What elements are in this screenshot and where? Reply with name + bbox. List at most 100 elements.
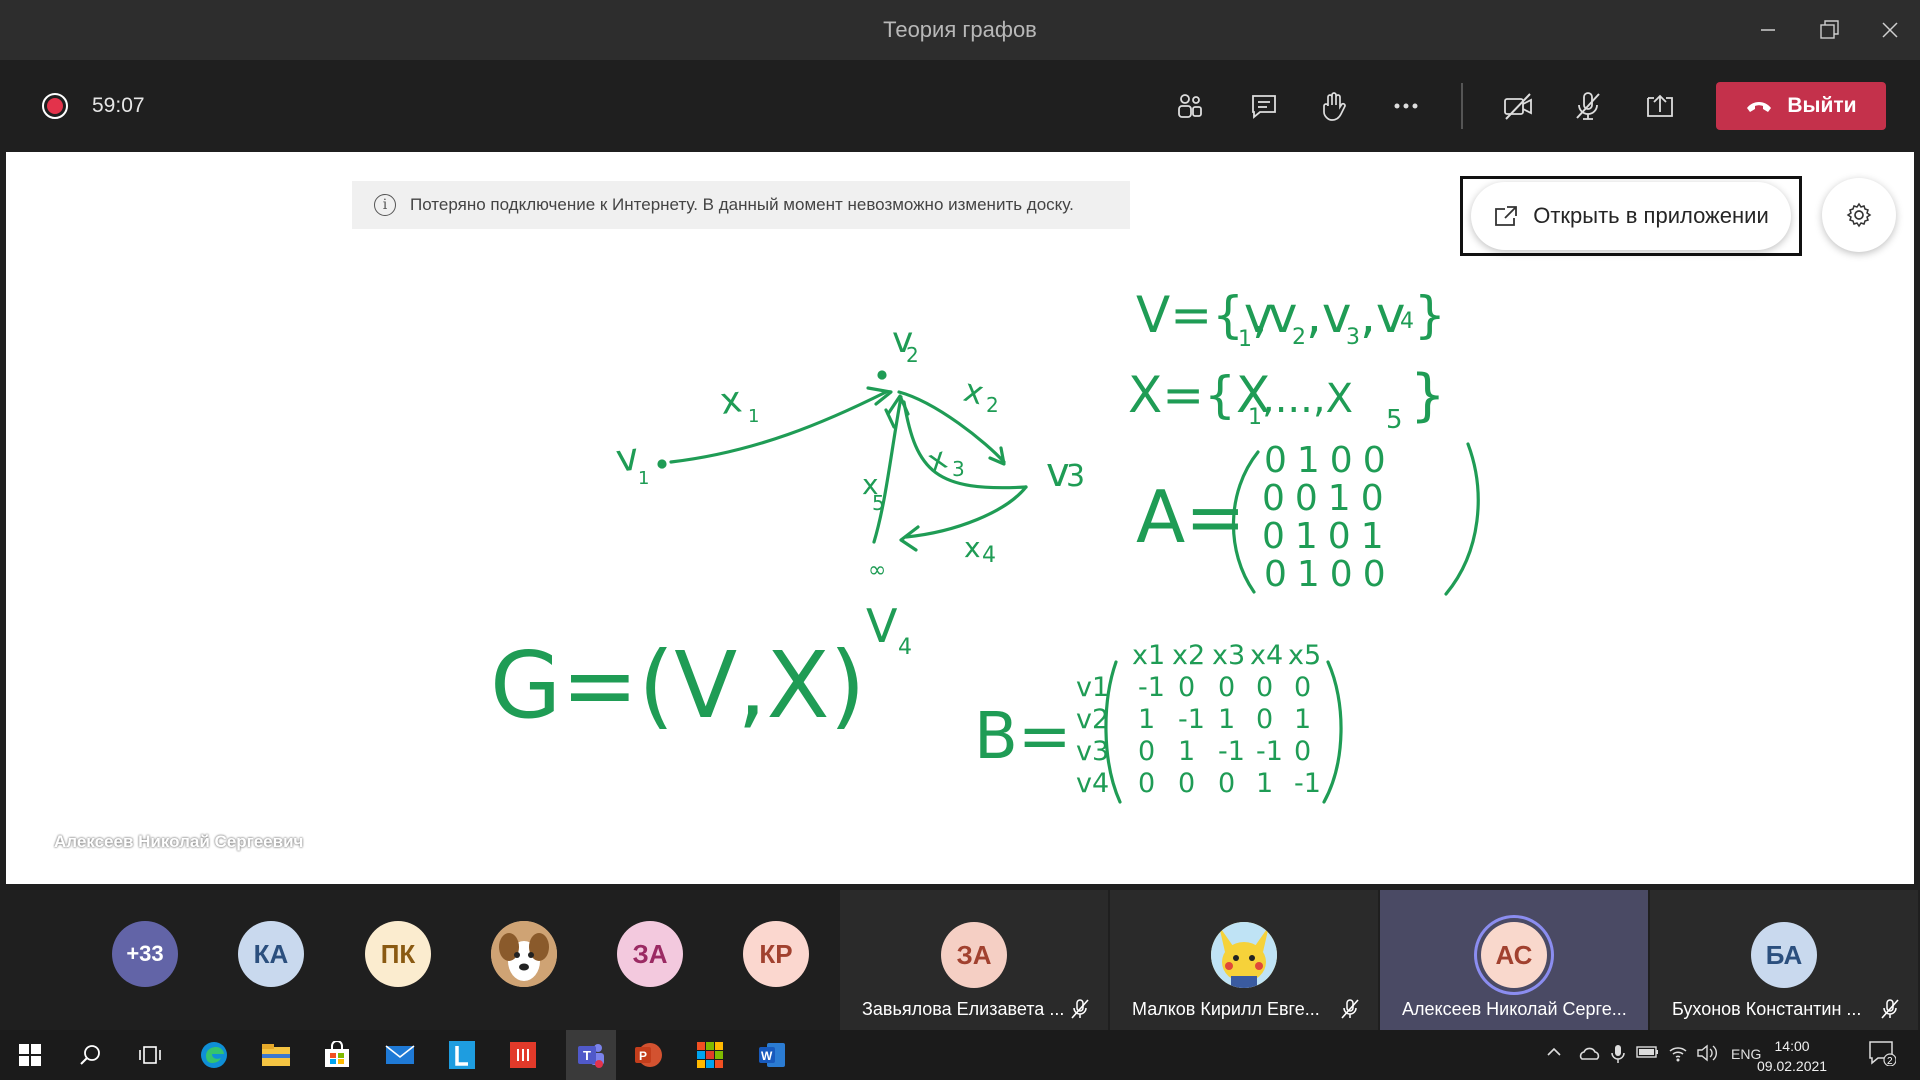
svg-text:A=: A= xyxy=(1136,475,1246,559)
matrix-b-cell: 1 xyxy=(1256,768,1273,799)
matrix-b-cell: 0 xyxy=(1178,768,1195,799)
matrix-b-col-header: x1 xyxy=(1132,640,1165,671)
matrix-b-col-header: x5 xyxy=(1288,640,1321,671)
participant-name: Малков Кирилл Евге... xyxy=(1132,999,1320,1019)
svg-text:}: } xyxy=(1414,286,1446,344)
presenter-name: Алексеев Николай Сергеевич xyxy=(54,832,304,851)
matrix-b-row-header: v4 xyxy=(1076,768,1109,799)
recording-icon xyxy=(42,93,68,119)
chat-icon[interactable] xyxy=(1242,86,1286,126)
matrix-b-col-header: x4 xyxy=(1250,640,1283,671)
svg-text:,v: ,v xyxy=(1306,286,1351,344)
participant-tile[interactable]: ЗА Завьялова Елизавета ... xyxy=(840,890,1108,1030)
teams-icon[interactable]: T xyxy=(566,1030,616,1080)
leave-label: Выйти xyxy=(1787,94,1857,117)
participant-avatar[interactable]: ЗА xyxy=(617,921,683,987)
svg-text:0101: 0101 xyxy=(1262,516,1394,557)
svg-text:2: 2 xyxy=(906,343,919,367)
title-bar: Теория графов xyxy=(0,0,1920,60)
matrix-b-row-header: v2 xyxy=(1076,704,1109,735)
participant-tile-speaking[interactable]: АС Алексеев Николай Серге... xyxy=(1380,890,1648,1030)
participant-tile[interactable]: БА Бухонов Константин ... xyxy=(1650,890,1918,1030)
participants-icon[interactable] xyxy=(1168,86,1212,126)
search-icon[interactable] xyxy=(72,1037,108,1073)
task-view-icon[interactable] xyxy=(132,1037,168,1073)
matrix-b-cell: 1 xyxy=(1294,704,1311,735)
word-icon[interactable]: W xyxy=(754,1037,790,1073)
matrix-b-cell: -1 xyxy=(1256,736,1283,767)
mic-off-icon[interactable] xyxy=(1566,86,1610,126)
windows-icon[interactable] xyxy=(12,1037,48,1073)
svg-text:2: 2 xyxy=(1292,325,1306,350)
participant-avatar[interactable]: КР xyxy=(743,921,809,987)
svg-text:0100: 0100 xyxy=(1264,554,1396,595)
matrix-b-cell: 0 xyxy=(1256,704,1273,735)
notifications-icon[interactable]: 2 xyxy=(1868,1040,1897,1069)
matrix-b-cell: 0 xyxy=(1256,672,1273,703)
microphone-icon[interactable] xyxy=(1610,1044,1626,1067)
svg-text:2: 2 xyxy=(986,393,999,417)
svg-text:1: 1 xyxy=(1248,405,1262,430)
participant-avatar xyxy=(1211,922,1277,988)
chevron-up-icon[interactable] xyxy=(1546,1044,1562,1063)
settings-gear-icon[interactable] xyxy=(1822,178,1896,252)
svg-text:x: x xyxy=(924,441,952,480)
overflow-participants-badge[interactable]: +33 xyxy=(112,921,178,987)
toolbar-divider xyxy=(1461,83,1463,129)
open-in-app-button[interactable]: Открыть в приложении xyxy=(1471,182,1791,250)
participant-avatar[interactable]: ПК xyxy=(365,921,431,987)
explorer-icon[interactable] xyxy=(258,1037,294,1073)
mail-icon[interactable] xyxy=(382,1037,418,1073)
wifi-icon[interactable] xyxy=(1668,1044,1688,1065)
svg-text:W: W xyxy=(761,1049,773,1063)
leave-button[interactable]: Выйти xyxy=(1716,82,1886,130)
participant-avatar: ЗА xyxy=(941,922,1007,988)
svg-text:P: P xyxy=(639,1049,647,1063)
whiteboard-canvas[interactable]: v1 x1 v2 x2 x3 x5 x4 v3 ∞ V4 G=(V,X) V={… xyxy=(6,152,1914,884)
participant-name: Алексеев Николай Серге... xyxy=(1402,999,1627,1019)
l-app-icon[interactable] xyxy=(444,1037,480,1073)
svg-text:0010: 0010 xyxy=(1262,478,1394,519)
svg-text:∞: ∞ xyxy=(868,558,886,583)
red-app-icon[interactable] xyxy=(505,1037,541,1073)
matrix-b-cell: 0 xyxy=(1294,672,1311,703)
matrix-b-cell: -1 xyxy=(1178,704,1205,735)
restore-icon[interactable] xyxy=(1800,0,1860,60)
onedrive-icon[interactable] xyxy=(1578,1044,1602,1065)
close-icon[interactable] xyxy=(1860,0,1920,60)
participant-avatar: АС xyxy=(1481,922,1547,988)
battery-icon[interactable] xyxy=(1636,1044,1660,1063)
colorful-app-icon[interactable] xyxy=(692,1037,728,1073)
store-icon[interactable] xyxy=(319,1037,355,1073)
minimize-icon[interactable] xyxy=(1738,0,1798,60)
volume-icon[interactable] xyxy=(1696,1044,1718,1065)
svg-text:4: 4 xyxy=(898,635,912,660)
svg-text:T: T xyxy=(583,1048,591,1063)
svg-text:x: x xyxy=(718,379,745,423)
open-in-app-label: Открыть в приложении xyxy=(1533,203,1769,228)
matrix-b-cell: -1 xyxy=(1294,768,1321,799)
svg-text:G=(V,X): G=(V,X) xyxy=(490,632,865,739)
matrix-b-row-header: v3 xyxy=(1076,736,1109,767)
participant-name: Бухонов Константин ... xyxy=(1672,999,1862,1019)
edge-icon[interactable] xyxy=(196,1037,232,1073)
participant-avatar[interactable] xyxy=(491,921,557,987)
matrix-b-cell: 0 xyxy=(1218,672,1235,703)
matrix-b-cell: 0 xyxy=(1218,768,1235,799)
powerpoint-icon[interactable]: P xyxy=(630,1037,666,1073)
matrix-b-col-header: x2 xyxy=(1172,640,1205,671)
svg-text:,v: ,v xyxy=(1252,286,1297,344)
svg-text:V: V xyxy=(866,599,898,653)
system-clock[interactable]: 14:00 09.02.2021 xyxy=(1757,1036,1827,1076)
svg-text:5: 5 xyxy=(1386,405,1403,435)
whiteboard-ink: v1 x1 v2 x2 x3 x5 x4 v3 ∞ V4 G=(V,X) V={… xyxy=(490,286,1480,804)
pikachu-photo-icon xyxy=(1211,922,1277,988)
matrix-b: x1 x2 x3 x4 x5v1 -1 0 0 0 0v2 1 -1 1 0 1v3 0 1 -1 -1 0v4 0 0 0… xyxy=(1076,640,1321,799)
camera-off-icon[interactable] xyxy=(1496,86,1540,126)
svg-text:0100: 0100 xyxy=(1264,440,1396,481)
participant-avatar[interactable]: КА xyxy=(238,921,304,987)
share-tray-icon[interactable] xyxy=(1638,86,1682,126)
participant-tile[interactable]: Малков Кирилл Евге... xyxy=(1110,890,1378,1030)
raise-hand-icon[interactable] xyxy=(1312,86,1356,126)
more-icon[interactable] xyxy=(1384,86,1428,126)
